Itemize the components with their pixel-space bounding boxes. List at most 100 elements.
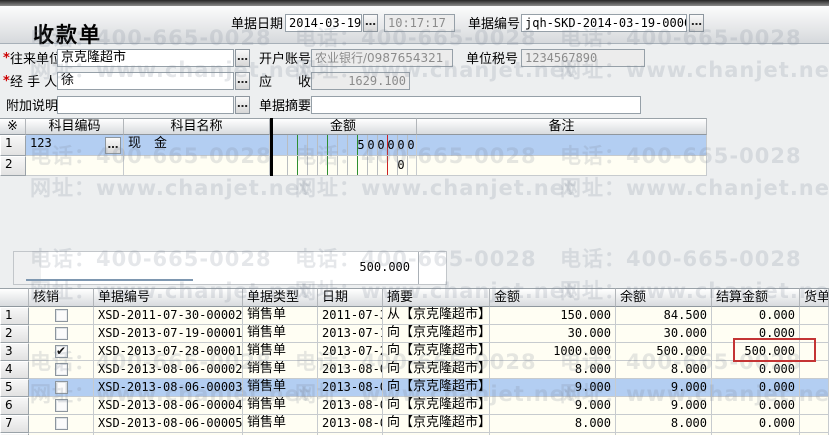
amount-total-value: 500.000 bbox=[359, 260, 410, 274]
detail-cell-settle[interactable]: 0.000 bbox=[712, 397, 800, 415]
detail-cell-date[interactable]: 2013-07-19 bbox=[318, 325, 383, 343]
entry-cell-amount[interactable]: 500000 bbox=[270, 135, 417, 156]
entry-cell-code[interactable] bbox=[26, 156, 124, 176]
writeoff-checkbox[interactable] bbox=[55, 363, 68, 376]
detail-cell-doc-type[interactable]: 销售单 bbox=[243, 307, 318, 325]
writeoff-checkbox[interactable] bbox=[55, 381, 68, 394]
handler-input[interactable]: 徐 bbox=[57, 72, 234, 90]
detail-cell-goods[interactable] bbox=[800, 415, 829, 433]
detail-cell-doc-type[interactable]: 销售单 bbox=[243, 343, 318, 361]
writeoff-checkbox[interactable]: ✔ bbox=[55, 344, 68, 358]
entry-row-number[interactable]: 1 bbox=[0, 135, 26, 156]
writeoff-checkbox[interactable] bbox=[55, 309, 68, 322]
partner-input[interactable]: 京克隆超市 bbox=[57, 49, 234, 67]
entry-cell-name[interactable] bbox=[124, 156, 270, 176]
detail-cell-writeoff[interactable] bbox=[29, 415, 94, 433]
detail-cell-settle[interactable]: 0.000 bbox=[712, 379, 800, 397]
doc-number-input[interactable]: jqh-SKD-2014-03-19-00001 bbox=[521, 14, 687, 32]
writeoff-checkbox[interactable] bbox=[55, 417, 68, 430]
amount-digit: 0 bbox=[397, 137, 405, 152]
writeoff-checkbox[interactable] bbox=[55, 399, 68, 412]
entry-cell-name[interactable]: 现 金 bbox=[124, 135, 270, 156]
detail-cell-balance[interactable]: 84.500 bbox=[616, 307, 712, 325]
detail-row-number[interactable]: 5 bbox=[0, 379, 29, 397]
detail-row-number[interactable]: 3 bbox=[0, 343, 29, 361]
entry-code-picker-button[interactable]: … bbox=[105, 137, 121, 154]
detail-row-number[interactable]: 2 bbox=[0, 325, 29, 343]
handler-picker-button[interactable]: … bbox=[235, 72, 250, 90]
detail-cell-balance[interactable]: 8.000 bbox=[616, 415, 712, 433]
detail-cell-goods[interactable] bbox=[800, 379, 829, 397]
detail-cell-doc-no[interactable]: XSD-2013-08-06-00005 bbox=[94, 415, 243, 433]
detail-cell-writeoff[interactable] bbox=[29, 325, 94, 343]
detail-cell-writeoff[interactable] bbox=[29, 379, 94, 397]
detail-cell-goods[interactable] bbox=[800, 307, 829, 325]
detail-cell-date[interactable]: 2013-07-28 bbox=[318, 343, 383, 361]
entry-cell-remark[interactable] bbox=[417, 156, 707, 176]
detail-cell-doc-no[interactable]: XSD-2013-07-19-00001 bbox=[94, 325, 243, 343]
entry-cell-remark[interactable] bbox=[417, 135, 707, 156]
detail-cell-date[interactable]: 2011-07-30 bbox=[318, 307, 383, 325]
detail-cell-summary[interactable]: 向【京克隆超市】销 bbox=[383, 379, 490, 397]
detail-cell-settle[interactable]: 0.000 bbox=[712, 307, 800, 325]
detail-cell-doc-no[interactable]: XSD-2013-07-28-00001 bbox=[94, 343, 243, 361]
detail-cell-date[interactable]: 2013-08-06 bbox=[318, 361, 383, 379]
detail-cell-amount[interactable]: 150.000 bbox=[490, 307, 616, 325]
detail-cell-balance[interactable]: 8.000 bbox=[616, 361, 712, 379]
doc-number-picker-button[interactable]: … bbox=[689, 14, 704, 32]
detail-row-number[interactable]: 6 bbox=[0, 397, 29, 415]
total-strip: 500.000 bbox=[13, 251, 447, 285]
detail-cell-balance[interactable]: 30.000 bbox=[616, 325, 712, 343]
detail-cell-summary[interactable]: 向【京克隆超市】销 bbox=[383, 343, 490, 361]
detail-cell-amount[interactable]: 30.000 bbox=[490, 325, 616, 343]
detail-cell-amount[interactable]: 9.000 bbox=[490, 397, 616, 415]
detail-row-number[interactable]: 1 bbox=[0, 307, 29, 325]
extra-note-picker-button[interactable]: … bbox=[235, 96, 250, 114]
detail-cell-settle[interactable]: 0.000 bbox=[712, 415, 800, 433]
detail-cell-goods[interactable] bbox=[800, 397, 829, 415]
detail-cell-writeoff[interactable] bbox=[29, 397, 94, 415]
detail-cell-doc-type[interactable]: 销售单 bbox=[243, 325, 318, 343]
detail-cell-balance[interactable]: 500.000 bbox=[616, 343, 712, 361]
detail-cell-writeoff[interactable]: ✔ bbox=[29, 343, 94, 361]
entry-cell-amount[interactable]: 0 bbox=[270, 156, 417, 176]
detail-cell-writeoff[interactable] bbox=[29, 361, 94, 379]
splitter-line[interactable] bbox=[26, 279, 193, 281]
detail-cell-doc-type[interactable]: 销售单 bbox=[243, 361, 318, 379]
partner-picker-button[interactable]: … bbox=[235, 49, 250, 67]
detail-cell-date[interactable]: 2013-08-06 bbox=[318, 397, 383, 415]
detail-cell-goods[interactable] bbox=[800, 361, 829, 379]
doc-summary-input[interactable] bbox=[311, 96, 641, 114]
detail-row-number[interactable]: 4 bbox=[0, 361, 29, 379]
doc-summary-label: 单据摘要 bbox=[259, 99, 312, 114]
detail-cell-balance[interactable]: 9.000 bbox=[616, 379, 712, 397]
detail-cell-doc-type[interactable]: 销售单 bbox=[243, 415, 318, 433]
detail-cell-summary[interactable]: 向【京克隆超市】销 bbox=[383, 397, 490, 415]
doc-date-input[interactable]: 2014-03-19 bbox=[285, 14, 362, 32]
detail-cell-amount[interactable]: 1000.000 bbox=[490, 343, 616, 361]
detail-cell-doc-type[interactable]: 销售单 bbox=[243, 397, 318, 415]
detail-cell-writeoff[interactable] bbox=[29, 307, 94, 325]
detail-cell-doc-no[interactable]: XSD-2013-08-06-00004 bbox=[94, 397, 243, 415]
thousands-separator-line bbox=[327, 135, 328, 155]
entry-row-number[interactable]: 2 bbox=[0, 156, 26, 176]
detail-cell-doc-type[interactable]: 销售单 bbox=[243, 379, 318, 397]
detail-cell-summary[interactable]: 向【京克隆超市】销 bbox=[383, 325, 490, 343]
writeoff-checkbox[interactable] bbox=[55, 327, 68, 340]
doc-date-picker-button[interactable]: … bbox=[363, 14, 378, 32]
detail-cell-summary[interactable]: 从【京克隆超市】销 bbox=[383, 307, 490, 325]
detail-cell-doc-no[interactable]: XSD-2011-07-30-00002 bbox=[94, 307, 243, 325]
detail-cell-summary[interactable]: 向【京克隆超市】销 bbox=[383, 361, 490, 379]
detail-cell-settle[interactable]: 0.000 bbox=[712, 361, 800, 379]
detail-cell-balance[interactable]: 9.000 bbox=[616, 397, 712, 415]
detail-cell-doc-no[interactable]: XSD-2013-08-06-00002 bbox=[94, 361, 243, 379]
detail-cell-amount[interactable]: 9.000 bbox=[490, 379, 616, 397]
detail-cell-doc-no[interactable]: XSD-2013-08-06-00003 bbox=[94, 379, 243, 397]
detail-cell-amount[interactable]: 8.000 bbox=[490, 361, 616, 379]
extra-note-input[interactable] bbox=[57, 96, 234, 114]
detail-cell-date[interactable]: 2013-08-06 bbox=[318, 415, 383, 433]
detail-cell-date[interactable]: 2013-08-06 bbox=[318, 379, 383, 397]
detail-row-number[interactable]: 7 bbox=[0, 415, 29, 433]
detail-cell-summary[interactable]: 向【京克隆超市】销 bbox=[383, 415, 490, 433]
detail-cell-amount[interactable]: 8.000 bbox=[490, 415, 616, 433]
